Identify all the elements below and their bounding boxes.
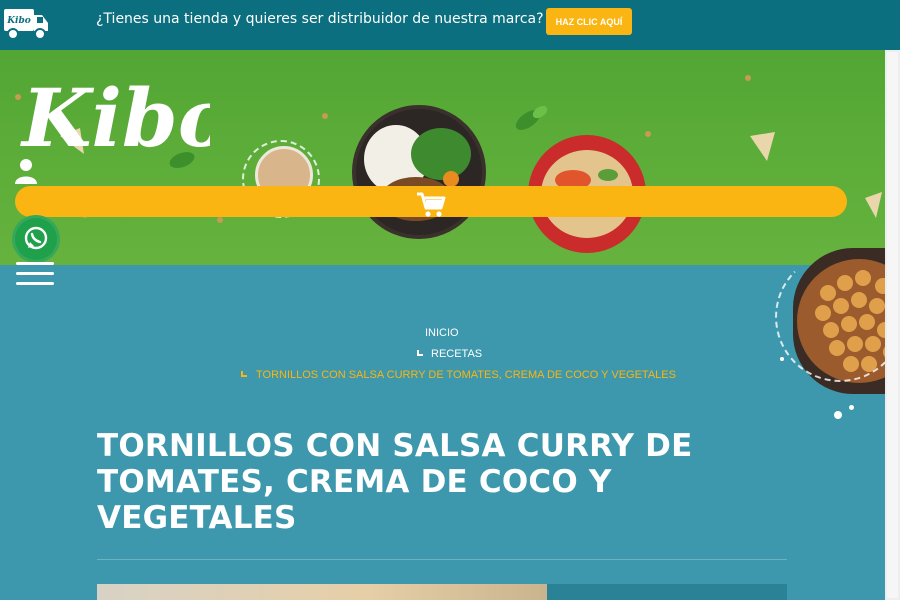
menu-icon[interactable] <box>16 262 54 286</box>
truck-icon: Kibo <box>4 9 48 40</box>
breadcrumb-arrow-icon <box>417 350 423 356</box>
kibo-logo[interactable]: Kibo <box>20 60 231 165</box>
breadcrumb-current: TORNILLOS CON SALSA CURRY DE TOMATES, CR… <box>256 369 676 381</box>
breadcrumb-home[interactable]: INICIO <box>425 327 459 339</box>
user-icon[interactable] <box>15 158 37 184</box>
truck-logo-text: Kibo <box>6 16 31 26</box>
breadcrumb-arrow-icon <box>241 371 247 377</box>
decor-dot <box>849 405 854 410</box>
whatsapp-icon <box>24 226 48 250</box>
page-title: TORNILLOS CON SALSA CURRY DE TOMATES, CR… <box>97 428 693 536</box>
hero-wave-edge <box>0 248 885 262</box>
distributor-message: ¿Tienes una tienda y quieres ser distrib… <box>96 11 544 27</box>
recipe-photo <box>97 584 547 600</box>
distributor-banner: Kibo ¿Tienes una tienda y quieres ser di… <box>0 0 900 50</box>
cart-icon[interactable] <box>416 192 446 218</box>
decor-arc <box>775 252 900 382</box>
decor-dot <box>780 357 784 361</box>
breadcrumb-recipes[interactable]: RECETAS <box>431 348 482 360</box>
rice-bowl-image <box>352 105 486 239</box>
decor-dot <box>834 411 842 419</box>
whatsapp-button[interactable] <box>15 218 57 260</box>
scrollbar-thumb[interactable] <box>887 52 898 598</box>
logo-text: Kibo <box>20 71 210 156</box>
title-divider <box>97 559 787 560</box>
distributor-cta-button[interactable]: HAZ CLIC AQUÍ <box>546 8 632 35</box>
recipe-info-panel <box>547 584 787 600</box>
